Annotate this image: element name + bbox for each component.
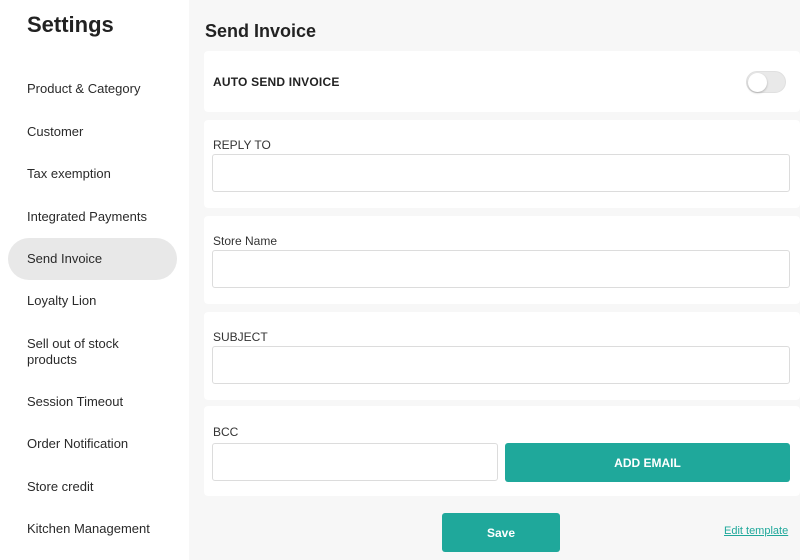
sidebar-item-product-category[interactable]: Product & Category bbox=[8, 78, 177, 100]
sidebar-item-kitchen-management[interactable]: Kitchen Management bbox=[8, 518, 177, 540]
store-name-label: Store Name bbox=[213, 234, 278, 248]
sidebar-item-sell-out-of-stock[interactable]: Sell out of stock products bbox=[8, 335, 138, 369]
sidebar-item-session-timeout[interactable]: Session Timeout bbox=[8, 391, 177, 413]
sidebar-item-label: Kitchen Management bbox=[27, 521, 150, 536]
bcc-card: BCC ADD EMAIL bbox=[204, 406, 800, 496]
settings-sidebar: Settings Product & Category Customer Tax… bbox=[0, 0, 189, 560]
reply-to-card: REPLY TO bbox=[204, 120, 800, 208]
sidebar-item-loyalty-lion[interactable]: Loyalty Lion bbox=[8, 290, 177, 312]
save-button[interactable]: Save bbox=[442, 513, 560, 552]
auto-send-label: AUTO SEND INVOICE bbox=[213, 75, 340, 89]
sidebar-item-label: Loyalty Lion bbox=[27, 293, 97, 308]
sidebar-item-label: Customer bbox=[27, 124, 84, 139]
sidebar-item-integrated-payments[interactable]: Integrated Payments bbox=[8, 206, 177, 228]
sidebar-item-label: Product & Category bbox=[27, 81, 141, 96]
reply-to-input[interactable] bbox=[212, 154, 790, 192]
page-title: Send Invoice bbox=[205, 21, 317, 41]
toggle-knob bbox=[748, 73, 767, 92]
bcc-input[interactable] bbox=[212, 443, 498, 481]
reply-to-label: REPLY TO bbox=[213, 138, 271, 152]
sidebar-item-label: Session Timeout bbox=[27, 394, 124, 409]
subject-label: SUBJECT bbox=[213, 330, 268, 344]
add-email-button[interactable]: ADD EMAIL bbox=[505, 443, 790, 482]
sidebar-item-label: Sell out of stock products bbox=[27, 336, 119, 367]
auto-send-card: AUTO SEND INVOICE bbox=[204, 51, 800, 112]
sidebar-item-send-invoice[interactable]: Send Invoice bbox=[8, 238, 177, 280]
sidebar-item-label: Integrated Payments bbox=[27, 209, 147, 224]
send-invoice-panel: Send Invoice AUTO SEND INVOICE REPLY TO … bbox=[189, 0, 800, 560]
subject-input[interactable] bbox=[212, 346, 790, 384]
sidebar-title: Settings bbox=[27, 12, 114, 37]
sidebar-item-customer[interactable]: Customer bbox=[8, 121, 177, 143]
bcc-label: BCC bbox=[213, 425, 239, 439]
sidebar-item-order-notification[interactable]: Order Notification bbox=[8, 433, 177, 455]
sidebar-item-label: Order Notification bbox=[27, 436, 129, 451]
store-name-card: Store Name bbox=[204, 216, 800, 304]
subject-card: SUBJECT bbox=[204, 312, 800, 400]
sidebar-item-label: Store credit bbox=[27, 479, 94, 494]
sidebar-item-store-credit[interactable]: Store credit bbox=[8, 476, 177, 498]
sidebar-item-label: Send Invoice bbox=[27, 251, 103, 266]
sidebar-item-tax-exemption[interactable]: Tax exemption bbox=[8, 163, 177, 185]
auto-send-toggle[interactable] bbox=[746, 71, 786, 93]
sidebar-item-label: Tax exemption bbox=[27, 166, 111, 181]
edit-template-link[interactable]: Edit template bbox=[724, 525, 788, 537]
store-name-input[interactable] bbox=[212, 250, 790, 288]
